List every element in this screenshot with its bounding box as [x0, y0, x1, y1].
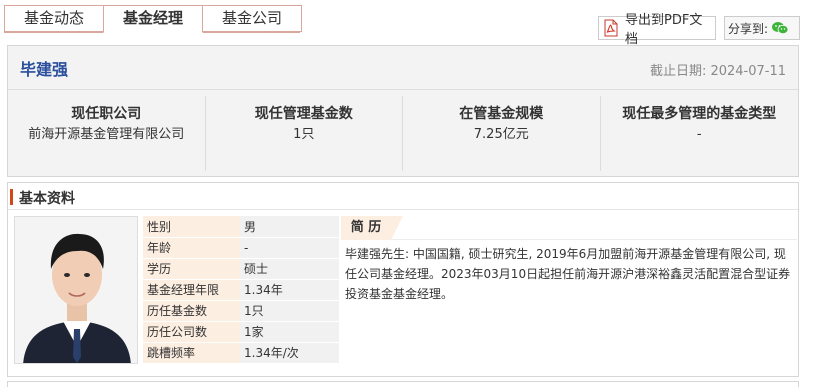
- resume-block: 简 历 毕建强先生: 中国国籍, 硕士研究生, 2019年6月加盟前海开源基金管…: [341, 216, 797, 304]
- info-value: -: [240, 237, 339, 259]
- stat-fund-type: 现任最多管理的基金类型 -: [601, 96, 799, 171]
- resume-header: 简 历: [341, 216, 797, 240]
- tab-fund-news[interactable]: 基金动态: [4, 5, 104, 32]
- info-key: 性别: [143, 216, 240, 238]
- cutoff-date: 截止日期: 2024-07-11: [649, 64, 786, 79]
- tab-fund-manager[interactable]: 基金经理: [103, 5, 203, 33]
- basic-info-section: 基本资料 性别男 年龄 - 学历 硕士 基金经理年限 1.34年 历任基金数 1只 历任…: [7, 182, 799, 377]
- next-section-edge: [7, 381, 799, 387]
- stat-value: -: [696, 127, 702, 142]
- wechat-icon[interactable]: [771, 21, 789, 35]
- export-pdf-button[interactable]: 导出到PDF文档: [598, 13, 716, 47]
- tab-fund-company[interactable]: 基金公司: [202, 5, 302, 32]
- pdf-icon: [603, 19, 619, 37]
- manager-stats: 现任职公司 前海开源基金管理有限公司 现任管理基金数 1只 在管基金规模 7.2…: [8, 96, 798, 171]
- basic-info-header: 基本资料: [8, 183, 798, 210]
- fund-tabs: 基金动态 基金经理 基金公司: [4, 5, 302, 33]
- info-value: 男: [240, 216, 339, 238]
- stat-current-company: 现任职公司 前海开源基金管理有限公司: [8, 96, 206, 171]
- table-row: 性别男: [143, 216, 339, 238]
- stat-label: 现任职公司: [71, 106, 142, 122]
- info-key: 基金经理年限: [143, 279, 240, 301]
- info-key: 跳槽频率: [143, 342, 240, 364]
- share-box: 分享到:: [724, 16, 800, 40]
- stat-aum: 在管基金规模 7.25亿元: [403, 96, 601, 171]
- info-key: 学历: [143, 258, 240, 280]
- share-label: 分享到:: [728, 21, 769, 36]
- manager-name[interactable]: 毕建强: [20, 56, 68, 80]
- stat-label: 现任最多管理的基金类型: [622, 106, 777, 122]
- stat-label: 在管基金规模: [459, 106, 544, 122]
- info-value: 1家: [240, 321, 339, 343]
- export-pdf-label: 导出到PDF文档: [625, 13, 703, 47]
- info-key: 历任公司数: [143, 321, 240, 343]
- manager-summary-panel: 毕建强 截止日期: 2024-07-11 现任职公司 前海开源基金管理有限公司 …: [7, 45, 799, 177]
- resume-title: 简 历: [341, 216, 403, 240]
- section-accent-bar: [10, 189, 13, 205]
- table-row: 跳槽频率 1.34年/次: [143, 342, 339, 364]
- stat-value: 前海开源基金管理有限公司: [28, 127, 185, 142]
- table-row: 基金经理年限 1.34年: [143, 279, 339, 301]
- section-title: 基本资料: [19, 191, 75, 207]
- info-value: 1.34年: [240, 279, 339, 301]
- table-row: 学历 硕士: [143, 258, 339, 280]
- basic-info-table: 性别男 年龄 - 学历 硕士 基金经理年限 1.34年 历任基金数 1只 历任公司数 1家…: [143, 216, 339, 364]
- stat-value: 7.25亿元: [473, 127, 529, 142]
- table-row: 年龄 -: [143, 237, 339, 259]
- info-value: 1.34年/次: [240, 342, 339, 364]
- panel-divider: [8, 89, 798, 90]
- stat-fund-count: 现任管理基金数 1只: [206, 96, 403, 171]
- info-key: 年龄: [143, 237, 240, 259]
- info-value: 1只: [240, 300, 339, 322]
- resume-text: 毕建强先生: 中国国籍, 硕士研究生, 2019年6月加盟前海开源基金管理有限公…: [345, 247, 791, 301]
- table-row: 历任基金数 1只: [143, 300, 339, 322]
- info-key: 历任基金数: [143, 300, 240, 322]
- stat-value: 1只: [293, 127, 315, 142]
- manager-photo: [14, 216, 138, 364]
- info-value: 硕士: [240, 258, 339, 280]
- stat-label: 现任管理基金数: [254, 106, 353, 122]
- table-row: 历任公司数 1家: [143, 321, 339, 343]
